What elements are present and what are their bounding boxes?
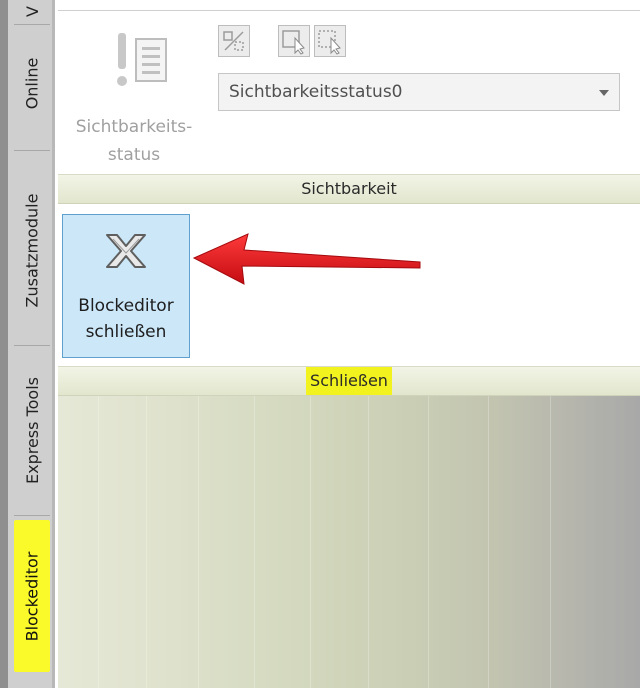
tab-separator	[14, 345, 50, 346]
window-edge	[0, 0, 8, 688]
make-invisible-button[interactable]	[314, 25, 346, 57]
make-visible-icon	[282, 30, 305, 55]
visibility-state-icon	[117, 33, 167, 86]
tab-zusatzmodule[interactable]: Zusatzmodule	[14, 160, 50, 340]
panel-title-visibility: Sichtbarkeit	[58, 174, 640, 204]
toggle-visibility-icon	[223, 31, 244, 51]
tab-label: V	[22, 5, 42, 17]
panel-title-close: Schließen	[58, 366, 640, 396]
chevron-down-icon[interactable]	[599, 90, 609, 96]
ribbon-tab-strip: V Online Zusatzmodule Express Tools Bloc…	[0, 0, 55, 688]
visibility-state-button[interactable]: Sichtbarkeits- status	[66, 25, 202, 165]
tab-separator	[14, 24, 50, 25]
tab-online[interactable]: Online	[14, 28, 50, 138]
tab-separator	[14, 150, 50, 151]
panel-title-label: Sichtbarkeit	[301, 179, 397, 198]
tab-separator	[14, 515, 50, 516]
background-stripe	[254, 396, 255, 688]
background-stripe	[98, 396, 99, 688]
tab-express-tools[interactable]: Express Tools	[14, 350, 50, 510]
make-visible-button[interactable]	[278, 25, 310, 57]
annotation-arrow	[192, 233, 421, 285]
visibility-panel: Sichtbarkeits- status Sichtbarkeitsstatu…	[58, 10, 640, 176]
dropdown-value: Sichtbarkeitsstatus0	[229, 82, 403, 102]
background-stripe	[368, 396, 369, 688]
tab-blockeditor[interactable]: Blockeditor	[14, 520, 50, 672]
tab-strip-border	[52, 0, 55, 688]
visibility-state-label: Sichtbarkeits- status	[75, 117, 193, 165]
tab-label: Express Tools	[22, 376, 42, 484]
tab-label: Online	[22, 57, 42, 109]
background-stripe	[428, 396, 429, 688]
make-invisible-icon	[318, 30, 341, 55]
tab-v[interactable]: V	[14, 0, 50, 22]
background-stripe	[146, 396, 147, 688]
background-stripe	[198, 396, 199, 688]
drawing-area[interactable]	[58, 396, 640, 688]
close-block-editor-button[interactable]: Blockeditor schließen	[62, 214, 190, 358]
toggle-visibility-button[interactable]	[218, 25, 250, 57]
background-stripe	[550, 396, 551, 688]
tab-label: Blockeditor	[22, 551, 42, 641]
tab-label: Zusatzmodule	[22, 193, 42, 307]
close-icon	[106, 234, 146, 268]
panel-title-label: Schließen	[306, 367, 392, 395]
background-stripe	[488, 396, 489, 688]
close-block-editor-label: Blockeditor schließen	[78, 296, 174, 342]
background-stripe	[310, 396, 311, 688]
close-panel: Blockeditor schließen	[58, 204, 640, 366]
visibility-state-dropdown[interactable]: Sichtbarkeitsstatus0	[218, 73, 620, 111]
